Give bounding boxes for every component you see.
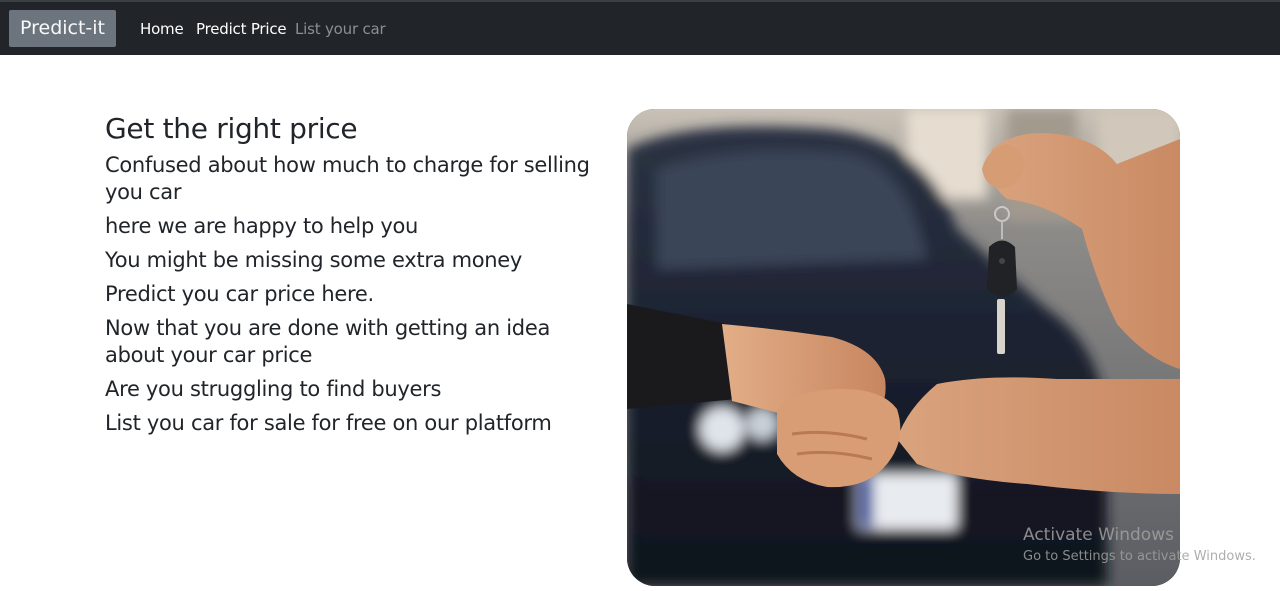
hero-illustration <box>627 109 1180 586</box>
intro-paragraph: List you car for sale for free on our pl… <box>105 411 552 435</box>
watermark-title: Activate Windows <box>1023 525 1174 545</box>
nav-link-predict-price[interactable]: Predict Price <box>196 19 287 39</box>
intro-paragraph: here we are happy to help you <box>105 214 419 238</box>
hero-image-handshake-car-keys <box>627 109 1180 586</box>
nav-link-list-your-car[interactable]: List your car <box>295 19 386 39</box>
intro-text: Get the right price Confused about how m… <box>105 112 610 437</box>
nav-link-home[interactable]: Home <box>140 19 184 39</box>
windows-activation-watermark: Activate Windows Go to Settings to activ… <box>1023 524 1256 568</box>
intro-paragraph: Predict you car price here. <box>105 282 374 306</box>
intro-paragraph: Are you struggling to find buyers <box>105 377 442 401</box>
watermark-subtitle: Go to Settings to activate Windows. <box>1023 549 1256 564</box>
page-heading: Get the right price <box>105 112 358 145</box>
intro-paragraph: Now that you are done with getting an id… <box>105 316 551 367</box>
intro-paragraph: You might be missing some extra money <box>105 248 523 272</box>
intro-paragraph: Confused about how much to charge for se… <box>105 153 590 204</box>
brand-logo[interactable]: Predict-it <box>9 10 116 47</box>
top-navbar: Predict-it Home Predict Price List your … <box>0 0 1280 55</box>
